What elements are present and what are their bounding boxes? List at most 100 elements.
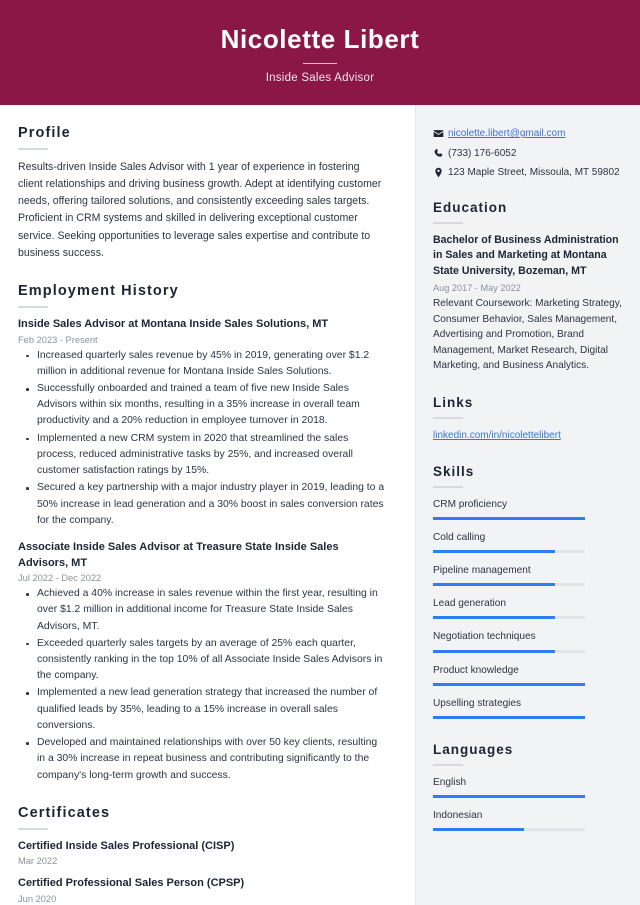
heading-underline <box>433 485 463 488</box>
heading-underline <box>433 416 463 419</box>
links-heading: Links <box>433 394 474 410</box>
skill-level-bar <box>433 649 585 653</box>
skill-label: Upselling strategies <box>433 697 522 709</box>
job-bullet: Secured a key partnership with a major i… <box>18 480 387 529</box>
skill-level-bar <box>433 616 585 620</box>
skill-item: CRM proficiency <box>433 497 622 520</box>
skill-level-fill <box>433 550 555 554</box>
skill-item: Pipeline management <box>433 563 622 587</box>
skill-item: Lead generation <box>433 596 622 620</box>
skill-level-bar <box>433 516 585 520</box>
job-dates: Jul 2022 - Dec 2022 <box>18 573 102 584</box>
skill-label: Pipeline management <box>433 565 531 577</box>
employment-heading: Employment History <box>18 282 179 299</box>
skill-label: Lead generation <box>433 598 506 610</box>
language-item: Indonesian <box>433 808 622 832</box>
skill-label: Cold calling <box>433 531 486 543</box>
job-bullet: Implemented a new lead generation strate… <box>18 685 387 734</box>
education-description: Relevant Coursework: Marketing Strategy,… <box>433 298 622 372</box>
skill-label: CRM proficiency <box>433 498 508 510</box>
heading-underline <box>433 763 463 766</box>
candidate-name: Nicolette Libert <box>220 24 420 55</box>
skill-item: Negotiation techniques <box>433 629 622 653</box>
job-title: Inside Sales Advisor at Montana Inside S… <box>18 317 329 330</box>
job-entry: Inside Sales Advisor at Montana Inside S… <box>18 317 387 529</box>
language-label: Indonesian <box>433 809 483 821</box>
job-dates: Feb 2023 - Present <box>18 334 98 345</box>
main-column: Profile Results-driven Inside Sales Advi… <box>0 105 415 905</box>
heading-underline <box>18 148 48 150</box>
skill-item: Cold calling <box>433 530 622 554</box>
language-item: English <box>433 775 622 798</box>
language-level-bar <box>433 828 585 832</box>
skill-level-fill <box>433 516 585 520</box>
certificates-heading: Certificates <box>18 804 111 821</box>
section-certificates: Certificates Certified Inside Sales Prof… <box>18 805 387 904</box>
header-divider <box>303 62 337 64</box>
skill-level-fill <box>433 715 585 719</box>
skill-level-fill <box>433 649 555 653</box>
contact-row-address: 123 Maple Street, Missoula, MT 59802 <box>433 166 622 181</box>
skill-level-fill <box>433 682 585 686</box>
section-languages: Languages English Indonesian <box>433 741 622 832</box>
section-profile: Profile Results-driven Inside Sales Advi… <box>18 125 387 262</box>
job-bullet: Achieved a 40% increase in sales revenue… <box>18 586 387 635</box>
language-level-bar <box>433 794 585 798</box>
profile-text: Results-driven Inside Sales Advisor with… <box>18 161 382 259</box>
job-bullet: Increased quarterly sales revenue by 45%… <box>18 348 387 380</box>
skill-level-bar <box>433 583 585 587</box>
address-text: 123 Maple Street, Missoula, MT 59802 <box>448 167 620 178</box>
skill-level-bar <box>433 715 585 719</box>
phone-text: (733) 176-6052 <box>448 147 517 159</box>
languages-heading: Languages <box>433 741 514 757</box>
job-bullet-list: Increased quarterly sales revenue by 45%… <box>18 348 387 529</box>
linkedin-link[interactable]: linkedin.com/in/nicolettelibert <box>433 428 622 443</box>
language-label: English <box>433 776 467 788</box>
heading-underline <box>18 305 48 308</box>
certificate-entry: Certified Inside Sales Professional (CIS… <box>18 839 387 866</box>
skill-item: Upselling strategies <box>433 696 622 719</box>
education-dates: Aug 2017 - May 2022 <box>433 283 521 294</box>
certificate-date: Jun 2020 <box>18 893 57 904</box>
location-pin-icon <box>433 166 448 178</box>
skill-label: Product knowledge <box>433 664 519 676</box>
job-title: Associate Inside Sales Advisor at Treasu… <box>18 540 339 569</box>
section-employment-history: Employment History Inside Sales Advisor … <box>18 283 387 784</box>
heading-underline <box>433 221 463 224</box>
certificate-title: Certified Professional Sales Person (CPS… <box>18 877 245 890</box>
skill-item: Product knowledge <box>433 663 622 686</box>
phone-icon <box>433 147 448 159</box>
skill-level-fill <box>433 616 555 620</box>
skill-level-bar <box>433 550 585 554</box>
skill-level-bar <box>433 682 585 686</box>
contact-details: nicolette.libert@gmail.com (733) 176-605… <box>433 127 622 181</box>
envelope-icon <box>433 127 448 139</box>
language-level-fill <box>433 794 585 798</box>
skill-level-fill <box>433 583 555 587</box>
skills-heading: Skills <box>433 463 475 479</box>
job-entry: Associate Inside Sales Advisor at Treasu… <box>18 540 387 784</box>
certificate-date: Mar 2022 <box>18 856 58 867</box>
sidebar-column: nicolette.libert@gmail.com (733) 176-605… <box>415 105 640 905</box>
section-education: Education Bachelor of Business Administr… <box>433 200 622 374</box>
skill-label: Negotiation techniques <box>433 631 536 643</box>
education-heading: Education <box>433 199 508 215</box>
language-level-fill <box>433 828 525 832</box>
section-links: Links linkedin.com/in/nicolettelibert <box>433 395 622 443</box>
job-bullet: Exceeded quarterly sales targets by an a… <box>18 636 387 685</box>
job-bullet: Successfully onboarded and trained a tea… <box>18 381 387 430</box>
education-degree: Bachelor of Business Administration in S… <box>433 233 619 278</box>
certificate-entry: Certified Professional Sales Person (CPS… <box>18 876 387 903</box>
heading-underline <box>18 827 48 830</box>
job-bullet-list: Achieved a 40% increase in sales revenue… <box>18 586 387 784</box>
email-text[interactable]: nicolette.libert@gmail.com <box>448 127 565 142</box>
profile-heading: Profile <box>18 125 71 141</box>
contact-row-email[interactable]: nicolette.libert@gmail.com <box>433 127 622 142</box>
resume-page: Nicolette Libert Inside Sales Advisor Pr… <box>0 0 640 905</box>
candidate-job-title: Inside Sales Advisor <box>265 71 375 84</box>
section-skills: Skills CRM proficiency Cold calling Pipe… <box>433 464 622 719</box>
